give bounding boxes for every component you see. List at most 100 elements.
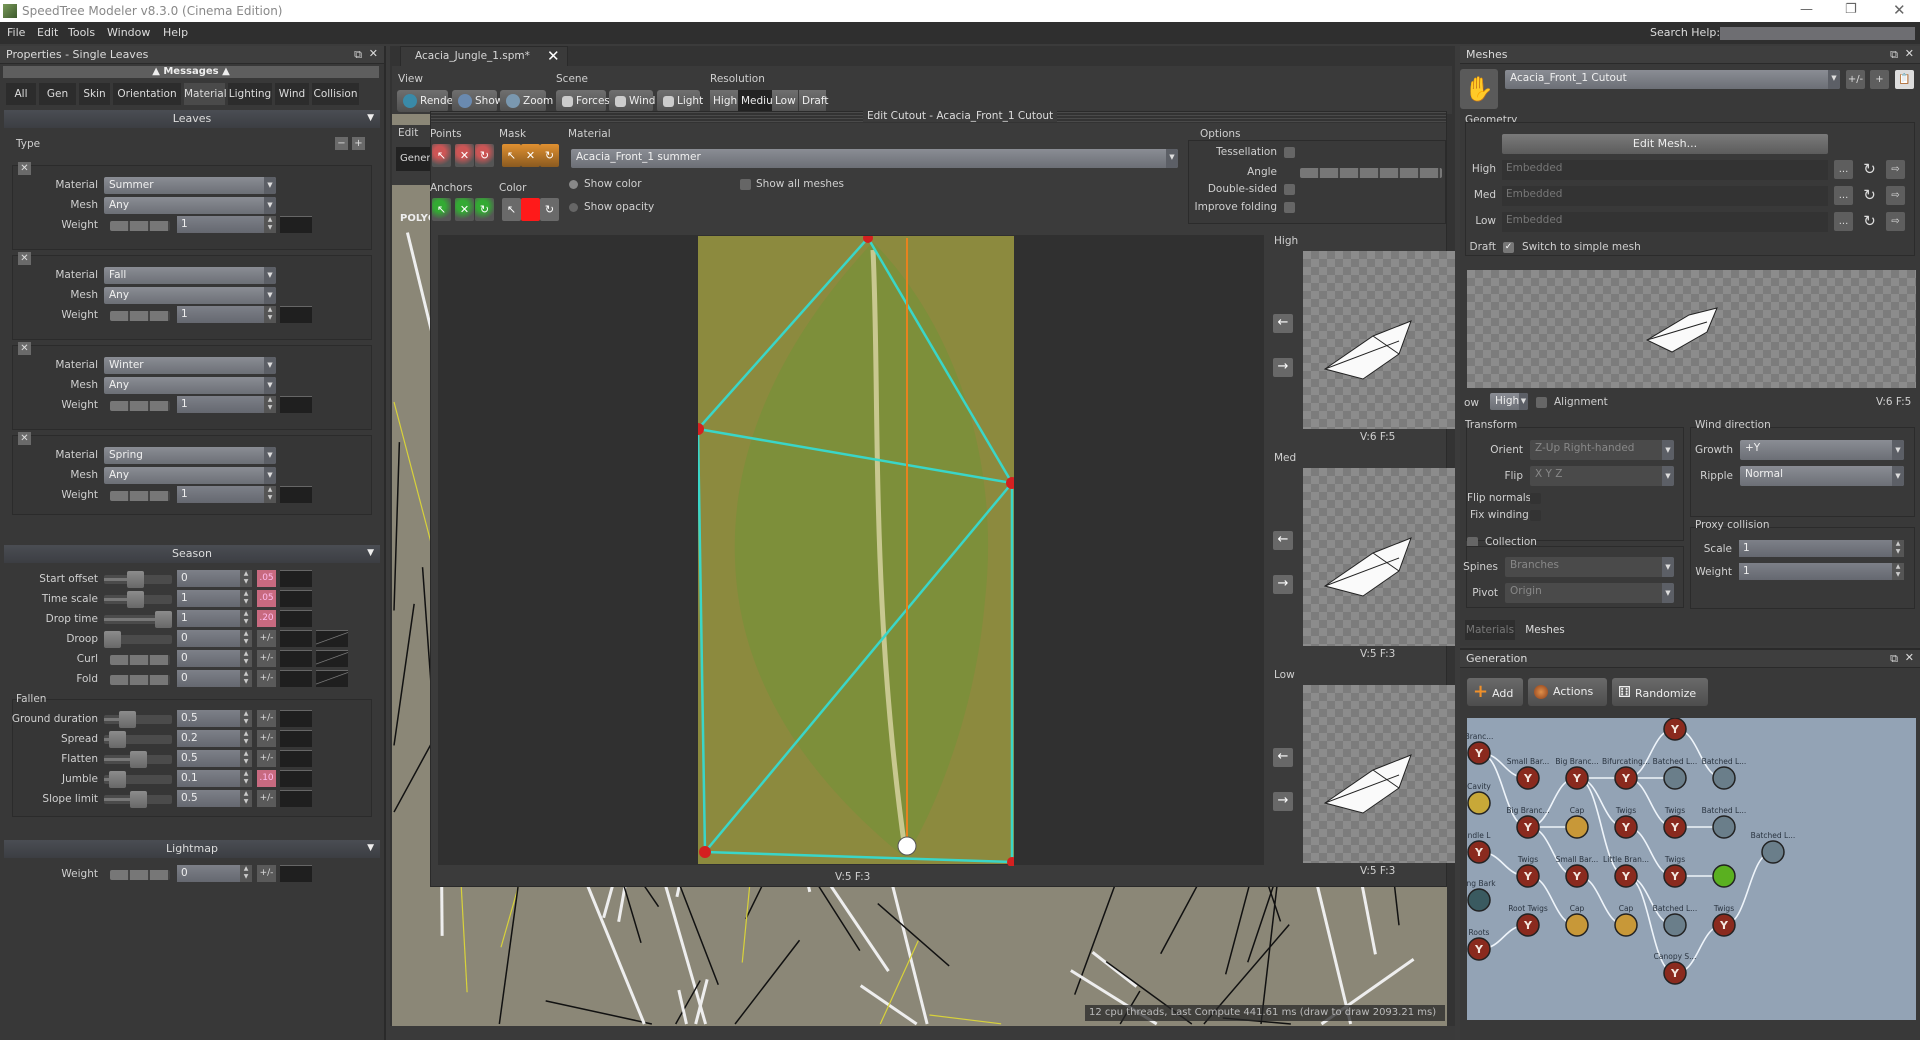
anchors-select-icon[interactable]: ↖ [432, 198, 451, 221]
color-reset-icon[interactable]: ↻ [540, 198, 559, 221]
generator-node-leaf[interactable]: Batched L... [1653, 904, 1698, 937]
remove-type-button[interactable]: − [335, 137, 348, 150]
menu-edit[interactable]: Edit [37, 26, 58, 39]
alignment-checkbox[interactable] [1536, 397, 1547, 408]
weight-input[interactable]: 1 ▲ ▼ [177, 216, 276, 233]
weight-curve[interactable] [280, 486, 312, 503]
generator-node-branch[interactable]: Y Twigs [1663, 855, 1687, 888]
orient-select[interactable]: Z-Up Right-handed ▼ [1530, 440, 1674, 460]
material-select[interactable]: Fall ▼ [104, 267, 276, 284]
remove-group-button[interactable]: ✕ [18, 432, 31, 445]
material-select[interactable]: Summer ▼ [104, 177, 276, 194]
generator-node-leaf[interactable]: Batched L... [1653, 757, 1698, 790]
mesh-select[interactable]: Any ▼ [104, 287, 276, 304]
weight-input[interactable]: 1 ▲ ▼ [177, 486, 276, 503]
mask-reset-icon[interactable]: ↻ [540, 144, 559, 167]
dialog-title-bar[interactable]: Edit Cutout - Acacia_Front_1 Cutout [431, 110, 1446, 123]
view-zoom-button[interactable]: Zoom [500, 90, 553, 112]
param-input[interactable]: 1 ▲ ▼ [177, 610, 252, 627]
variance-button[interactable]: +/- [257, 630, 276, 647]
spinner[interactable]: ▲ ▼ [264, 486, 276, 503]
variance-button[interactable]: .10 [257, 770, 276, 787]
browse-button[interactable]: ... [1834, 212, 1853, 231]
spinner[interactable]: ▲ ▼ [240, 710, 252, 727]
param-curve[interactable] [280, 710, 312, 727]
spines-select[interactable]: Branches ▼ [1505, 557, 1674, 577]
leaves-section-header[interactable]: Leaves ▼ [4, 110, 380, 128]
param-slider[interactable] [104, 751, 172, 768]
add-type-button[interactable]: + [352, 137, 365, 150]
slider-thumb[interactable] [126, 591, 144, 608]
generator-node-branch[interactable]: Y Root Twigs [1508, 904, 1548, 937]
tab-meshes[interactable]: Meshes [1520, 620, 1570, 640]
param-curve[interactable] [280, 610, 312, 627]
tab-material[interactable]: Material [184, 83, 227, 105]
view-show-button[interactable]: Show [452, 90, 503, 112]
variance-button[interactable]: .05 [257, 570, 276, 587]
lightmap-weight-curve[interactable] [280, 865, 312, 882]
tab-materials[interactable]: Materials [1465, 620, 1515, 640]
param-input[interactable]: 1 ▲ ▼ [177, 590, 252, 607]
scene-light-button[interactable]: Light [657, 90, 703, 112]
mesh-select[interactable]: Any ▼ [104, 377, 276, 394]
draft-checkbox[interactable]: ✓ [1503, 242, 1514, 253]
variance-button[interactable]: .20 [257, 610, 276, 627]
scene-wind-button[interactable]: Wind [609, 90, 655, 112]
resolution-low-button[interactable]: Low [772, 90, 798, 112]
reload-icon[interactable]: ↻ [1860, 212, 1879, 231]
generation-node-graph[interactable]: Y Branc... Y Small Bar... Y Big Branc... Y Bifu… [1467, 718, 1916, 1020]
generator-node-branch[interactable]: Y Twigs [1614, 806, 1638, 839]
float-panel-icon[interactable]: ⧉ [1890, 652, 1898, 666]
add-remove-mesh-button[interactable]: +/- [1846, 70, 1865, 89]
generator-node-leaf[interactable]: Batched L... [1702, 757, 1747, 790]
param-curve[interactable] [280, 570, 312, 587]
show-opacity-radio[interactable] [569, 203, 578, 212]
param-curve[interactable] [280, 650, 312, 667]
anchor-point[interactable] [897, 836, 917, 856]
param-slider[interactable] [104, 571, 172, 588]
variance-button[interactable]: +/- [257, 670, 276, 687]
generator-node-branch[interactable]: Y Twigs [1712, 904, 1736, 937]
tab-orientation[interactable]: Orientation [113, 83, 181, 105]
new-mesh-button[interactable]: + [1870, 70, 1889, 89]
close-panel-icon[interactable]: ✕ [369, 47, 378, 60]
mesh-select[interactable]: Any ▼ [104, 467, 276, 484]
close-panel-icon[interactable]: ✕ [1905, 651, 1914, 664]
angle-slider[interactable] [1300, 168, 1442, 178]
variance-button[interactable]: +/- [257, 790, 276, 807]
generator-node-branch[interactable]: Y Big Branc... [1555, 757, 1599, 790]
float-panel-icon[interactable]: ⧉ [1890, 48, 1898, 62]
flip-select[interactable]: X Y Z ▼ [1530, 466, 1674, 486]
generator-node-branch[interactable]: Y Roots [1467, 928, 1491, 961]
variance-button[interactable]: +/- [257, 750, 276, 767]
general-button[interactable]: Gener: [396, 147, 430, 171]
generator-node-cap[interactable]: Cap [1565, 904, 1589, 937]
generator-node-leaf[interactable]: Batched L... [1751, 831, 1796, 864]
param-curve[interactable] [280, 730, 312, 747]
import-icon[interactable]: ⇨ [1886, 160, 1905, 179]
import-icon[interactable]: ⇨ [1886, 212, 1905, 231]
variance-button[interactable]: .05 [257, 590, 276, 607]
variance-button[interactable]: +/- [257, 650, 276, 667]
spinner[interactable]: ▲ ▼ [240, 730, 252, 747]
param-curve[interactable] [280, 590, 312, 607]
remove-group-button[interactable]: ✕ [18, 252, 31, 265]
paint-color-swatch[interactable] [521, 198, 540, 221]
tab-all[interactable]: All [6, 83, 36, 105]
mesh-select[interactable]: Any ▼ [104, 197, 276, 214]
float-panel-icon[interactable]: ⧉ [354, 48, 362, 62]
slider-thumb[interactable] [109, 731, 127, 748]
mesh-preview[interactable] [1467, 270, 1916, 388]
tab-lighting[interactable]: Lighting [228, 83, 272, 105]
variance-button[interactable]: +/- [257, 710, 276, 727]
lod-thumbnail[interactable] [1303, 685, 1455, 863]
randomize-button[interactable]: ⚅ Randomize [1612, 678, 1708, 706]
param-slider[interactable] [104, 771, 172, 788]
param-curve-2[interactable] [316, 630, 348, 647]
spinner[interactable]: ▲ ▼ [240, 630, 252, 647]
growth-select[interactable]: +Y ▼ [1740, 440, 1904, 460]
param-curve-2[interactable] [316, 650, 348, 667]
param-curve[interactable] [280, 790, 312, 807]
lightmap-weight-slider[interactable] [110, 870, 170, 880]
points-reset-icon[interactable]: ↻ [475, 144, 494, 167]
